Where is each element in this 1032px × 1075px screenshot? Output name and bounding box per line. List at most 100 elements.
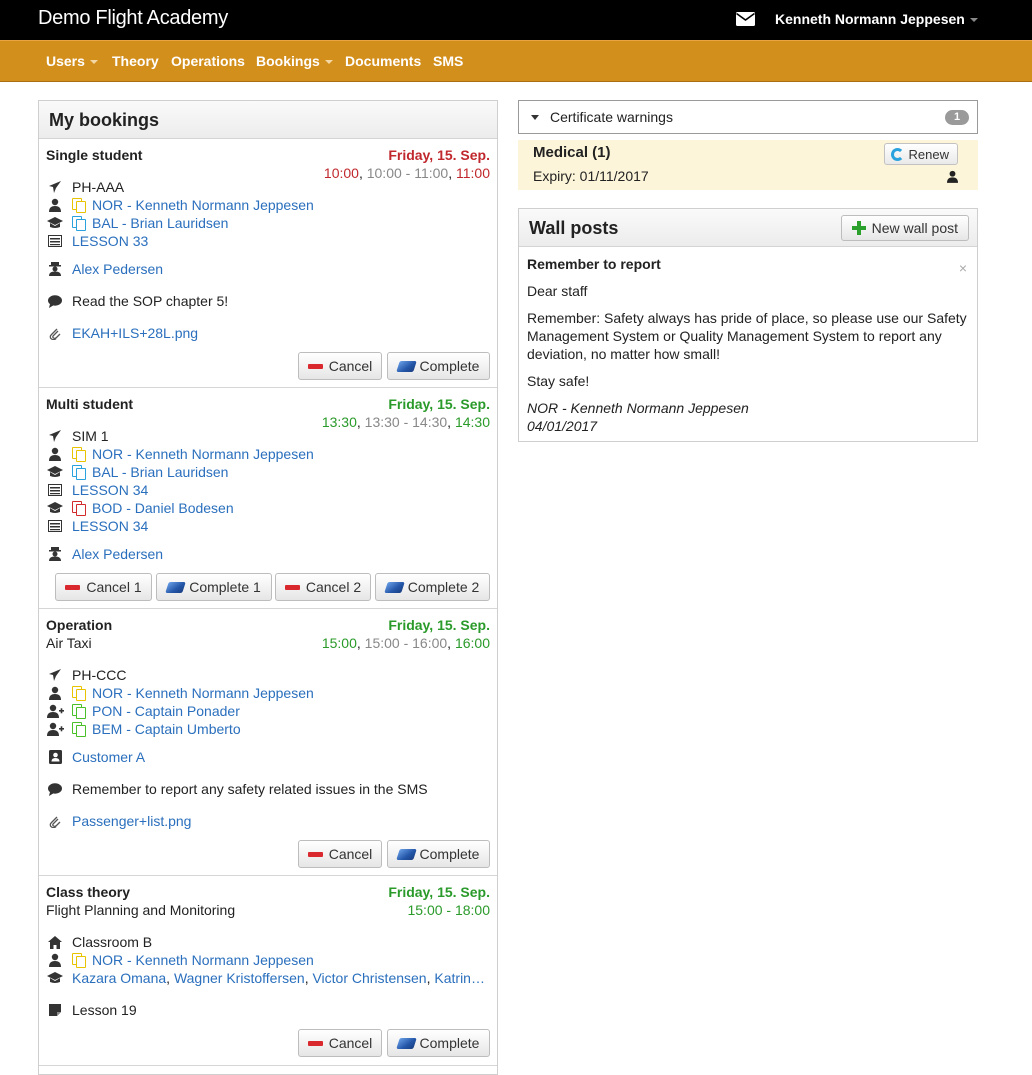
user-menu[interactable]: Kenneth Normann Jeppesen [775, 11, 978, 27]
booking-single-student: Single student Friday, 15. Sep. 10:00, 1… [39, 139, 497, 388]
complete-button[interactable]: Complete [387, 840, 490, 868]
booking-date: Friday, 15. Sep. [388, 396, 490, 412]
pilot-link[interactable]: NOR - Kenneth Normann Jeppesen [92, 685, 314, 701]
instructor-link[interactable]: NOR - Kenneth Normann Jeppesen [92, 952, 314, 968]
student-row: BAL - Brian Lauridsen [46, 214, 228, 232]
top-bar: Demo Flight Academy Kenneth Normann Jepp… [0, 0, 1032, 40]
comment-icon [46, 782, 64, 796]
minus-icon [65, 584, 81, 590]
nav-sms[interactable]: SMS [433, 53, 463, 69]
attachment-link[interactable]: EKAH+ILS+28L.png [72, 325, 198, 341]
paperclip-icon [46, 326, 64, 340]
student-link[interactable]: Wagner Kristoffersen [174, 970, 305, 986]
nav-users[interactable]: Users [46, 53, 98, 69]
time-range: 10:00 - 11:00 [366, 165, 449, 181]
crew-link[interactable]: BEM - Captain Umberto [92, 721, 241, 737]
time-end: 16:00 [454, 635, 490, 651]
instructor-row: NOR - Kenneth Normann Jeppesen [46, 951, 314, 969]
chevron-down-icon [969, 18, 978, 23]
complete-button[interactable]: Complete [387, 352, 490, 380]
minus-icon [284, 584, 300, 590]
nav-bookings[interactable]: Bookings [256, 53, 333, 69]
contact-book-icon [46, 750, 64, 764]
wall-post-body: Remember: Safety always has pride of pla… [527, 310, 967, 362]
complete-1-button[interactable]: Complete 1 [156, 573, 272, 601]
certificate-warnings-title: Certificate warnings [550, 109, 673, 125]
list-icon [46, 234, 64, 248]
student-link[interactable]: BOD - Daniel Bodesen [92, 500, 234, 516]
student-link[interactable]: Kazara Omana [72, 970, 166, 986]
person-icon [46, 686, 64, 700]
pilot-row: NOR - Kenneth Normann Jeppesen [46, 684, 314, 702]
cancel-label: Cancel 2 [305, 579, 362, 595]
time-range: 15:00 - 16:00 [364, 635, 448, 651]
new-wall-post-button[interactable]: New wall post [840, 215, 969, 241]
lesson-row: LESSON 34 [46, 481, 148, 499]
nav-operations[interactable]: Operations [171, 53, 245, 69]
nav-documents[interactable]: Documents [345, 53, 421, 69]
person-icon [46, 447, 64, 461]
customer-row: Customer A [46, 748, 145, 766]
user-name: Kenneth Normann Jeppesen [775, 11, 965, 27]
booking-time: 15:00, 15:00 - 16:00, 16:00 [321, 635, 490, 651]
cancel-button[interactable]: Cancel [298, 840, 382, 868]
customer-link[interactable]: Customer A [72, 749, 145, 765]
complete-icon [395, 360, 417, 372]
supervisor-link[interactable]: Alex Pedersen [72, 546, 163, 562]
booking-time: 13:30, 13:30 - 14:30, 14:30 [321, 414, 490, 430]
lesson-link[interactable]: LESSON 34 [72, 482, 148, 498]
app-title[interactable]: Demo Flight Academy [38, 7, 228, 30]
person-icon [947, 170, 958, 183]
students-row: Kazara Omana, Wagner Kristoffersen, Vict… [46, 969, 485, 987]
cancel-2-button[interactable]: Cancel 2 [275, 573, 371, 601]
crew-link[interactable]: PON - Captain Ponader [92, 703, 240, 719]
booking-date: Friday, 15. Sep. [388, 617, 490, 633]
complete-icon [383, 581, 405, 593]
complete-label: Complete [419, 1035, 480, 1051]
supervisor-link[interactable]: Alex Pedersen [72, 261, 163, 277]
note-row: Lesson 19 [46, 1001, 137, 1019]
cancel-button[interactable]: Cancel [298, 352, 382, 380]
list-icon [46, 519, 64, 533]
student-link[interactable]: Victor Christensen [312, 970, 426, 986]
booking-multi-student: Multi student Friday, 15. Sep. 13:30, 13… [39, 388, 497, 609]
aircraft: SIM 1 [72, 428, 109, 444]
cancel-button[interactable]: Cancel [298, 1029, 382, 1057]
user-secret-icon [46, 547, 64, 561]
warning-count-badge: 1 [945, 110, 969, 125]
list-icon [46, 483, 64, 497]
recycle-icon [890, 147, 904, 161]
aircraft: PH-CCC [72, 667, 127, 683]
booking-type: Operation [46, 617, 113, 633]
student-link[interactable]: BAL - Brian Lauridsen [92, 215, 228, 231]
chevron-down-icon [324, 60, 333, 65]
certificate-warnings-toggle[interactable]: Certificate warnings 1 [518, 100, 978, 134]
comment-row: Remember to report any safety related is… [46, 780, 428, 798]
my-bookings-panel: My bookings Single student Friday, 15. S… [38, 100, 498, 1075]
envelope-icon[interactable] [736, 11, 755, 27]
minus-icon [307, 1040, 323, 1046]
cancel-1-button[interactable]: Cancel 1 [55, 573, 152, 601]
sticky-note-icon [46, 1003, 64, 1017]
instructor-link[interactable]: NOR - Kenneth Normann Jeppesen [92, 446, 314, 462]
instructor-link[interactable]: NOR - Kenneth Normann Jeppesen [92, 197, 314, 213]
nav-theory[interactable]: Theory [112, 53, 159, 69]
time-start: 15:00 [321, 635, 357, 651]
lesson-link[interactable]: LESSON 33 [72, 233, 148, 249]
attachment-link[interactable]: Passenger+list.png [72, 813, 191, 829]
plane-icon [46, 429, 64, 443]
booking-class-theory: Class theory Flight Planning and Monitor… [39, 876, 497, 1066]
certificate-warning-item: Medical (1) Expiry: 01/11/2017 Renew [518, 140, 978, 190]
student-link[interactable]: Katrin… [434, 970, 485, 986]
complete-icon [395, 848, 417, 860]
renew-button[interactable]: Renew [883, 143, 958, 165]
instructor-row: NOR - Kenneth Normann Jeppesen [46, 445, 314, 463]
student-link[interactable]: BAL - Brian Lauridsen [92, 464, 228, 480]
booking-subtype: Air Taxi [46, 635, 92, 651]
time-end: 14:30 [454, 414, 490, 430]
lesson-link[interactable]: LESSON 34 [72, 518, 148, 534]
wall-post-author: NOR - Kenneth Normann Jeppesen [527, 400, 749, 416]
complete-button[interactable]: Complete [387, 1029, 490, 1057]
wall-post-date: 04/01/2017 [527, 418, 598, 434]
complete-2-button[interactable]: Complete 2 [375, 573, 490, 601]
